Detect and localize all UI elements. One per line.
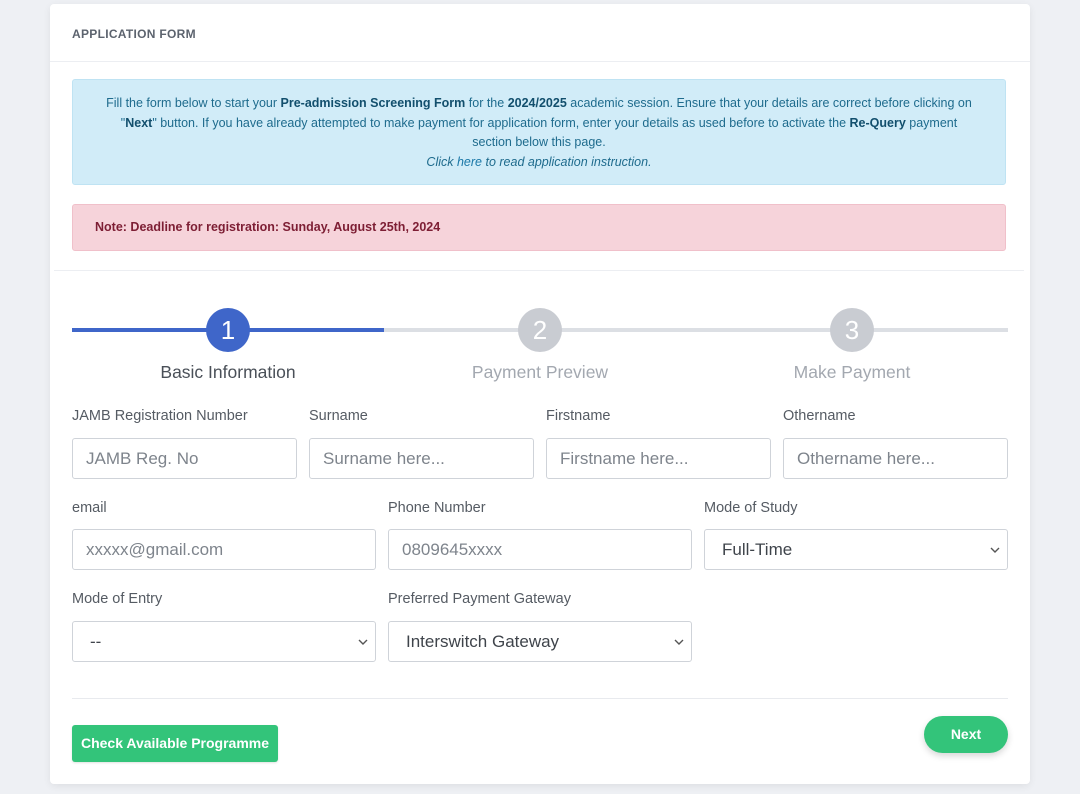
application-form-card: APPLICATION FORM Fill the form below to …	[50, 4, 1030, 784]
mode-of-study-select[interactable]: Full-Time	[704, 529, 1008, 570]
gateway-select[interactable]: Interswitch Gateway	[388, 621, 692, 662]
email-label: email	[72, 500, 107, 516]
chevron-down-icon	[990, 547, 1000, 553]
instruction-click-text: Click	[426, 154, 457, 169]
mode-of-entry-value: --	[90, 632, 102, 651]
step-3-circle: 3	[830, 308, 874, 352]
card-header: APPLICATION FORM	[50, 4, 1030, 62]
phone-label: Phone Number	[388, 500, 486, 516]
email-input[interactable]	[72, 529, 376, 570]
instruction-text: to read application instruction.	[482, 154, 652, 169]
info-next-word: Next	[125, 115, 153, 130]
jamb-input[interactable]	[72, 438, 297, 479]
step-2-label: Payment Preview	[471, 362, 609, 382]
gateway-value: Interswitch Gateway	[406, 632, 560, 651]
info-text: " button. If you have already attempted …	[152, 115, 850, 130]
info-session: 2024/2025	[507, 96, 567, 110]
jamb-label: JAMB Registration Number	[72, 408, 248, 424]
othername-input[interactable]	[783, 438, 1008, 479]
info-form-name: Pre-admission Screening Form	[280, 96, 466, 110]
gateway-label: Preferred Payment Gateway	[388, 591, 571, 607]
surname-input[interactable]	[309, 438, 534, 479]
info-requery-word: Re-Query	[849, 115, 906, 130]
check-programme-button[interactable]: Check Available Programme	[72, 725, 278, 762]
instruction-line: Click here to read application instructi…	[426, 155, 651, 169]
mode-of-entry-select[interactable]: --	[72, 621, 376, 662]
phone-input[interactable]	[388, 529, 692, 570]
step-1-label: Basic Information	[160, 362, 296, 382]
firstname-label: Firstname	[546, 408, 611, 424]
info-text: for the	[465, 96, 508, 110]
next-button[interactable]: Next	[924, 716, 1008, 753]
step-3-label: Make Payment	[793, 362, 911, 382]
step-1-circle: 1	[206, 308, 250, 352]
chevron-down-icon	[358, 639, 368, 645]
deadline-note: Note: Deadline for registration: Sunday,…	[72, 204, 1006, 251]
instruction-link[interactable]: here	[457, 155, 482, 169]
mode-of-entry-label: Mode of Entry	[72, 591, 163, 607]
info-text: Fill the form below to start your	[106, 96, 281, 110]
firstname-input[interactable]	[546, 438, 771, 479]
surname-label: Surname	[309, 408, 368, 424]
page-title: APPLICATION FORM	[72, 27, 196, 41]
step-2-circle: 2	[518, 308, 562, 352]
mode-of-study-label: Mode of Study	[704, 500, 798, 516]
chevron-down-icon	[674, 639, 684, 645]
divider	[72, 698, 1008, 699]
info-alert: Fill the form below to start your Pre-ad…	[72, 79, 1006, 185]
othername-label: Othername	[783, 408, 856, 424]
divider	[54, 270, 1024, 271]
mode-of-study-value: Full-Time	[722, 540, 793, 559]
